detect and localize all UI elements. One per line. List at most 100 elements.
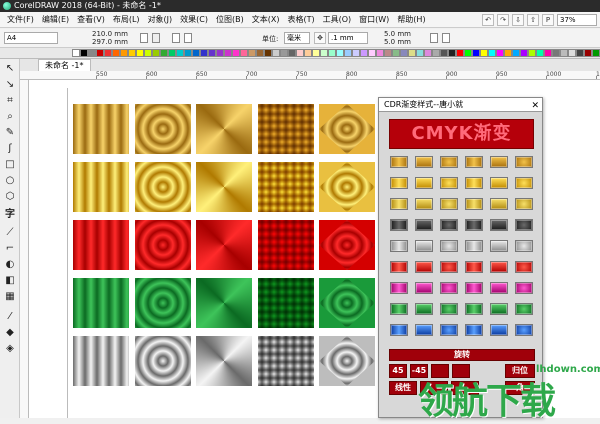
pick-tool-icon[interactable]: ↖ — [4, 63, 16, 75]
gradient-preset-button[interactable] — [515, 240, 533, 252]
palette-swatch[interactable] — [528, 49, 536, 57]
palette-swatch[interactable] — [448, 49, 456, 57]
gradient-preset-button[interactable] — [490, 240, 508, 252]
gradient-preset-button[interactable] — [515, 324, 533, 336]
crop-tool-icon[interactable]: ⌗ — [4, 95, 16, 107]
gradient-preset-button[interactable] — [490, 303, 508, 315]
gradient-preset-button[interactable] — [415, 282, 433, 294]
gradient-tile[interactable] — [135, 336, 191, 386]
gradient-tile[interactable] — [258, 104, 314, 154]
import-icon[interactable]: ⇩ — [512, 14, 524, 26]
gradient-preset-button[interactable] — [490, 324, 508, 336]
shape-tool-icon[interactable]: ↘ — [4, 79, 16, 91]
gradient-preset-button[interactable] — [415, 261, 433, 273]
palette-swatch[interactable] — [304, 49, 312, 57]
gradient-tile[interactable] — [73, 162, 129, 212]
blend-tool-icon[interactable]: ◐ — [4, 259, 16, 271]
menu-effects[interactable]: 效果(C) — [176, 14, 212, 25]
menu-bitmaps[interactable]: 位图(B) — [212, 14, 248, 25]
palette-swatch[interactable] — [456, 49, 464, 57]
palette-swatch[interactable] — [264, 49, 272, 57]
gradient-preset-button[interactable] — [440, 198, 458, 210]
artistic-media-icon[interactable]: ʃ — [4, 143, 16, 155]
palette-swatch[interactable] — [272, 49, 280, 57]
palette-swatch[interactable] — [560, 49, 568, 57]
palette-swatch[interactable] — [232, 49, 240, 57]
gradient-preset-button[interactable] — [515, 282, 533, 294]
page-height-field[interactable]: 297.0 mm — [92, 38, 128, 46]
gradient-preset-button[interactable] — [440, 219, 458, 231]
gradient-tile[interactable] — [73, 336, 129, 386]
gradient-tile[interactable] — [196, 278, 252, 328]
menu-tools[interactable]: 工具(O) — [319, 14, 356, 25]
palette-swatch[interactable] — [104, 49, 112, 57]
gradient-preset-button[interactable] — [490, 261, 508, 273]
gradient-preset-button[interactable] — [415, 303, 433, 315]
pdf-icon[interactable]: P — [542, 14, 554, 26]
gradient-tile[interactable] — [196, 104, 252, 154]
gradient-preset-button[interactable] — [465, 324, 483, 336]
gradient-preset-button[interactable] — [390, 219, 408, 231]
palette-swatch[interactable] — [520, 49, 528, 57]
palette-swatch[interactable] — [504, 49, 512, 57]
palette-swatch[interactable] — [200, 49, 208, 57]
palette-swatch[interactable] — [256, 49, 264, 57]
horizontal-ruler[interactable]: 55060065070075080085090095010001050 — [20, 71, 600, 80]
gradient-preset-button[interactable] — [465, 282, 483, 294]
palette-swatch[interactable] — [136, 49, 144, 57]
polygon-tool-icon[interactable]: ⬡ — [4, 191, 16, 203]
gradient-preset-button[interactable] — [440, 177, 458, 189]
options-icon[interactable] — [442, 33, 450, 43]
palette-swatch[interactable] — [208, 49, 216, 57]
palette-swatch[interactable] — [312, 49, 320, 57]
palette-swatch[interactable] — [424, 49, 432, 57]
gradient-tile[interactable] — [196, 336, 252, 386]
palette-swatch[interactable] — [120, 49, 128, 57]
gradient-preset-button[interactable] — [515, 219, 533, 231]
gradient-tile[interactable] — [135, 104, 191, 154]
smart-fill-icon[interactable]: ◈ — [4, 343, 16, 355]
palette-swatch[interactable] — [296, 49, 304, 57]
landscape-icon[interactable] — [152, 33, 160, 43]
unit-select[interactable]: 毫米 — [284, 32, 310, 44]
interactive-fill-icon[interactable]: ◆ — [4, 327, 16, 339]
palette-swatch[interactable] — [152, 49, 160, 57]
gradient-preset-button[interactable] — [465, 198, 483, 210]
palette-swatch[interactable] — [480, 49, 488, 57]
palette-swatch[interactable] — [144, 49, 152, 57]
gradient-preset-button[interactable] — [415, 198, 433, 210]
connector-tool-icon[interactable]: ⌐ — [4, 243, 16, 255]
gradient-preset-button[interactable] — [390, 198, 408, 210]
export-icon[interactable]: ⇧ — [527, 14, 539, 26]
nudge-field[interactable]: .1 mm — [328, 32, 368, 44]
palette-swatch[interactable] — [352, 49, 360, 57]
palette-swatch[interactable] — [408, 49, 416, 57]
palette-swatch[interactable] — [280, 49, 288, 57]
close-icon[interactable]: ✕ — [531, 99, 539, 113]
zoom-level-field[interactable]: 37% — [557, 14, 597, 26]
menu-help[interactable]: 帮助(H) — [393, 14, 429, 25]
palette-swatch[interactable] — [160, 49, 168, 57]
page-width-field[interactable]: 210.0 mm — [92, 30, 128, 38]
gradient-preset-button[interactable] — [465, 219, 483, 231]
gradient-preset-button[interactable] — [415, 324, 433, 336]
palette-swatch[interactable] — [432, 49, 440, 57]
gradient-tile[interactable] — [135, 278, 191, 328]
palette-swatch[interactable] — [224, 49, 232, 57]
rectangle-tool-icon[interactable]: □ — [4, 159, 16, 171]
palette-swatch[interactable] — [288, 49, 296, 57]
mesh-tool-icon[interactable]: ▦ — [4, 291, 16, 303]
menu-text[interactable]: 文本(X) — [248, 14, 284, 25]
gradient-preset-button[interactable] — [465, 303, 483, 315]
palette-swatch[interactable] — [128, 49, 136, 57]
undo-icon[interactable]: ↶ — [482, 14, 494, 26]
palette-swatch[interactable] — [368, 49, 376, 57]
gradient-preset-button[interactable] — [515, 261, 533, 273]
gradient-preset-button[interactable] — [465, 156, 483, 168]
palette-swatch[interactable] — [248, 49, 256, 57]
current-page-icon[interactable] — [184, 33, 192, 43]
eyedropper-tool-icon[interactable]: ⁄ — [4, 311, 16, 323]
gradient-preset-button[interactable] — [465, 240, 483, 252]
palette-swatch[interactable] — [488, 49, 496, 57]
palette-swatch[interactable] — [344, 49, 352, 57]
